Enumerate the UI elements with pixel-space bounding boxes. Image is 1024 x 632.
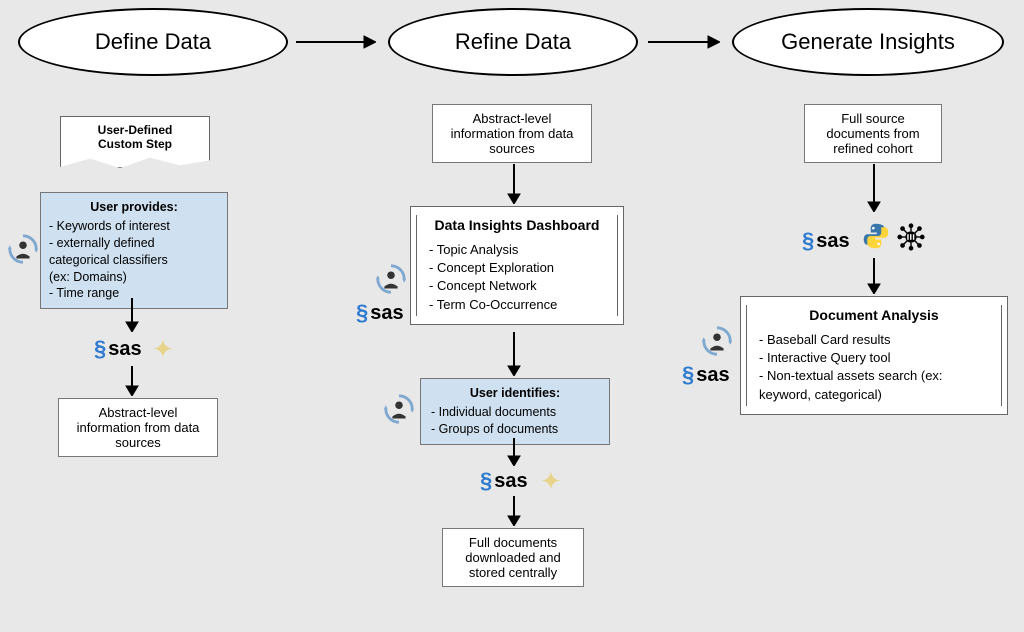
arrow-down-3	[504, 164, 524, 204]
arrow-down-5	[504, 438, 524, 466]
sas-swirl-icon: §	[480, 468, 492, 494]
sas-logo-1: §sas	[94, 336, 142, 362]
sas-text: sas	[494, 470, 527, 493]
sas-swirl-icon: §	[94, 336, 106, 362]
doc-analysis-list: Baseball Card results Interactive Query …	[755, 331, 993, 404]
sas-swirl-icon: §	[356, 300, 368, 326]
sparkle-icon-1: ✦	[152, 334, 174, 365]
arrow-down-2	[122, 366, 142, 396]
user-provides-items: - Keywords of interest - externally defi…	[49, 218, 219, 302]
user-identifies-items: - Individual documents - Groups of docum…	[431, 404, 599, 438]
sas-text: sas	[108, 338, 141, 361]
user-cycle-icon-4	[700, 324, 734, 358]
sas-text: sas	[696, 364, 729, 387]
arrow-down-4	[504, 332, 524, 376]
abstract-info-box-2: Abstract-level information from data sou…	[432, 104, 592, 163]
custom-step-box: User-Defined Custom Step	[60, 116, 210, 168]
abstract-info-1-label: Abstract-level information from data sou…	[77, 405, 200, 450]
arrow-down-1	[122, 298, 142, 332]
user-cycle-icon-2	[374, 262, 408, 296]
dashboard-item: Topic Analysis	[429, 241, 609, 259]
doc-analysis-item: Interactive Query tool	[759, 349, 993, 367]
user-identifies-box: User identifies: - Individual documents …	[420, 378, 610, 445]
network-icon	[896, 222, 926, 252]
dashboard-title: Data Insights Dashboard	[425, 217, 609, 233]
arrow-down-7	[864, 164, 884, 212]
arrow-down-8	[864, 258, 884, 294]
stage-generate-label: Generate Insights	[781, 29, 955, 55]
sas-swirl-icon: §	[802, 228, 814, 254]
full-source-label: Full source documents from refined cohor…	[826, 111, 919, 156]
sas-logo-4: §sas	[802, 228, 850, 254]
dashboard-box: Data Insights Dashboard Topic Analysis C…	[410, 206, 624, 325]
stage-refine-label: Refine Data	[455, 29, 571, 55]
abstract-info-2-label: Abstract-level information from data sou…	[451, 111, 574, 156]
custom-step-label: User-Defined Custom Step	[98, 123, 173, 151]
full-docs-label: Full documents downloaded and stored cen…	[465, 535, 560, 580]
doc-analysis-item: Baseball Card results	[759, 331, 993, 349]
sas-logo-2: §sas	[356, 300, 404, 326]
dashboard-item: Term Co-Occurrence	[429, 296, 609, 314]
full-source-box: Full source documents from refined cohor…	[804, 104, 942, 163]
user-cycle-icon-3	[382, 392, 416, 426]
abstract-info-box-1: Abstract-level information from data sou…	[58, 398, 218, 457]
python-icon	[862, 222, 890, 250]
dashboard-list: Topic Analysis Concept Exploration Conce…	[425, 241, 609, 314]
user-provides-title: User provides:	[49, 199, 219, 216]
arrow-down-6	[504, 496, 524, 526]
user-identifies-title: User identifies:	[431, 385, 599, 402]
sas-text: sas	[816, 230, 849, 253]
stage-define-label: Define Data	[95, 29, 211, 55]
stage-generate: Generate Insights	[732, 8, 1004, 76]
user-cycle-icon	[6, 232, 40, 266]
doc-analysis-title: Document Analysis	[755, 307, 993, 323]
doc-analysis-item: Non-textual assets search (ex: keyword, …	[759, 367, 993, 403]
sas-logo-5: §sas	[682, 362, 730, 388]
doc-analysis-box: Document Analysis Baseball Card results …	[740, 296, 1008, 415]
sparkle-icon-2: ✦	[540, 466, 562, 497]
sas-swirl-icon: §	[682, 362, 694, 388]
stage-refine: Refine Data	[388, 8, 638, 76]
arrow-define-to-refine	[296, 32, 376, 52]
full-docs-box: Full documents downloaded and stored cen…	[442, 528, 584, 587]
stage-define: Define Data	[18, 8, 288, 76]
user-provides-box: User provides: - Keywords of interest - …	[40, 192, 228, 309]
dashboard-item: Concept Exploration	[429, 259, 609, 277]
sas-logo-3: §sas	[480, 468, 528, 494]
dashboard-item: Concept Network	[429, 277, 609, 295]
arrow-refine-to-generate	[648, 32, 720, 52]
sas-text: sas	[370, 302, 403, 325]
